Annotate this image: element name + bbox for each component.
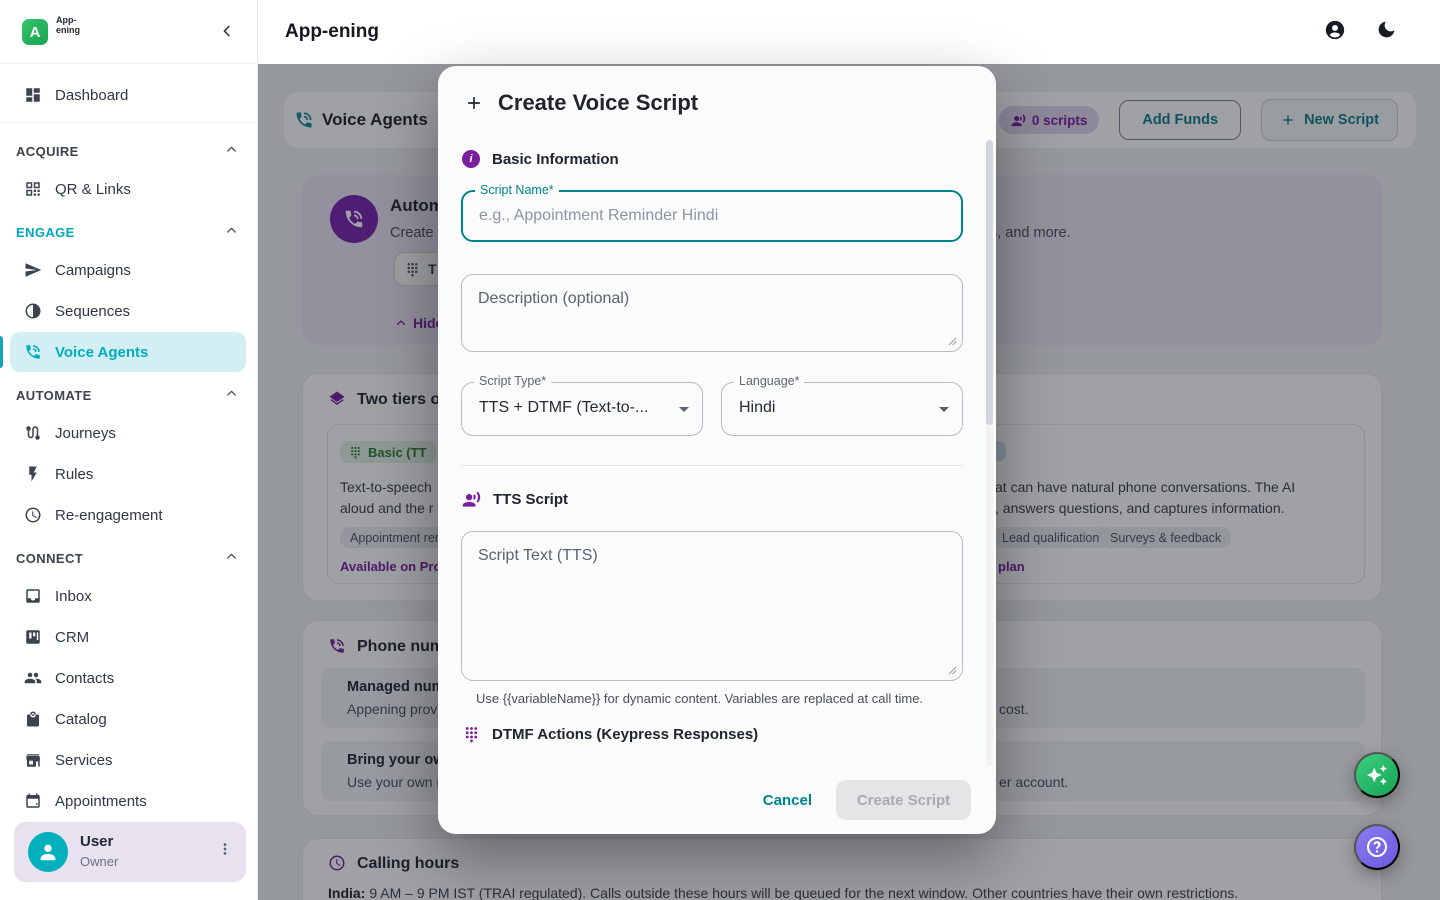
sidebar-divider [0,122,257,123]
topbar-actions [1324,19,1397,46]
user-name: User [80,833,113,850]
chevron-up-icon[interactable] [224,549,239,569]
sidebar: A App- ening Dashboard ACQUIRE QR & Link… [0,0,258,900]
person-icon [37,841,59,863]
route-icon [24,424,42,442]
shopping-bag-icon [24,710,42,728]
script-name-input[interactable] [463,192,961,240]
cancel-button[interactable]: Cancel [763,792,812,809]
sidebar-item-campaigns[interactable]: Campaigns [10,250,246,290]
chevron-down-icon [679,407,689,412]
basic-info-section-header: i Basic Information [462,150,619,168]
app-window: A App- ening Dashboard ACQUIRE QR & Link… [0,0,1440,900]
sidebar-item-inbox[interactable]: Inbox [10,576,246,616]
dashboard-icon [24,86,42,104]
script-text-input[interactable] [462,532,962,680]
section-automate: AUTOMATE [16,388,92,403]
script-name-field[interactable]: Script Name* [461,190,963,242]
app-logo-letter: A [30,24,41,41]
info-icon: i [462,150,480,168]
description-input[interactable] [462,275,962,351]
sidebar-nav: Dashboard ACQUIRE QR & Links ENGAGE Camp… [0,64,257,812]
user-card[interactable]: User Owner [14,822,246,882]
chevron-up-icon[interactable] [224,386,239,406]
kanban-icon [24,628,42,646]
dialog-title: Create Voice Script [498,90,698,116]
account-button[interactable] [1324,19,1346,46]
script-type-select[interactable]: Script Type* TTS + DTMF (Text-to-... [461,382,703,436]
topbar: App-ening [258,0,1440,64]
create-script-button[interactable]: Create Script [836,780,971,820]
sidebar-item-services[interactable]: Services [10,740,246,780]
dialog-header: Create Voice Script [464,90,698,116]
app-title: App-ening [285,21,379,43]
dialog-footer: Cancel Create Script [438,766,996,834]
sidebar-item-journeys[interactable]: Journeys [10,413,246,453]
sidebar-item-dashboard[interactable]: Dashboard [10,75,246,115]
sidebar-collapse-button[interactable] [218,22,236,45]
sidebar-logo-row: A App- ening [0,0,258,64]
chevron-down-icon [939,407,949,412]
create-voice-script-dialog: Create Voice Script i Basic Information … [438,66,996,834]
help-fab[interactable] [1354,824,1400,870]
sidebar-item-contacts[interactable]: Contacts [10,658,246,698]
send-icon [24,261,42,279]
description-field[interactable] [461,274,963,352]
dialpad-icon [463,726,480,743]
theme-toggle-button[interactable] [1376,19,1397,45]
account-circle-icon [1324,19,1346,41]
phone-in-talk-icon [24,343,42,361]
script-text-field[interactable] [461,531,963,681]
sidebar-item-sequences[interactable]: Sequences [10,291,246,331]
script-type-label: Script Type* [474,374,551,388]
app-logo-name: App- ening [56,15,80,36]
clock-icon [24,506,42,524]
sidebar-item-crm[interactable]: CRM [10,617,246,657]
resize-handle-icon[interactable] [948,337,957,346]
sidebar-item-rules[interactable]: Rules [10,454,246,494]
chevron-up-icon[interactable] [224,223,239,243]
inbox-icon [24,587,42,605]
user-role: Owner [80,854,118,869]
avatar [28,832,68,872]
bolt-icon [24,465,42,483]
sidebar-item-appointments[interactable]: Appointments [10,781,246,812]
question-circle-icon [1365,835,1389,859]
storefront-icon [24,751,42,769]
dtmf-section-header: DTMF Actions (Keypress Responses) [463,726,758,743]
calendar-icon [24,792,42,810]
language-label: Language* [734,374,804,388]
language-value: Hindi [739,399,929,417]
language-select[interactable]: Language* Hindi [721,382,963,436]
section-acquire: ACQUIRE [16,144,79,159]
user-menu-button[interactable] [216,840,234,863]
sparkles-icon [1366,764,1388,786]
tts-section-header: TTS Script [462,490,568,509]
people-icon [24,669,42,687]
plus-icon [464,93,484,113]
modal-scrollbar-thumb[interactable] [986,140,993,425]
record-voice-over-icon [462,490,481,509]
moon-icon [1376,19,1397,40]
qr-code-icon [24,180,42,198]
resize-handle-icon[interactable] [948,666,957,675]
variables-helper-text: Use {{variableName}} for dynamic content… [476,690,926,707]
dots-vertical-icon [216,840,234,858]
chevron-up-icon[interactable] [224,142,239,162]
assistant-fab[interactable] [1354,752,1400,798]
sidebar-item-voice-agents[interactable]: Voice Agents [10,332,246,372]
app-logo: A [22,19,48,45]
sidebar-item-re-engagement[interactable]: Re-engagement [10,495,246,535]
section-divider [461,465,963,466]
half-circle-icon [24,302,42,320]
script-type-value: TTS + DTMF (Text-to-... [479,399,669,417]
sidebar-item-catalog[interactable]: Catalog [10,699,246,739]
section-connect: CONNECT [16,551,83,566]
active-indicator [0,336,3,368]
sidebar-item-qr-links[interactable]: QR & Links [10,169,246,209]
section-engage: ENGAGE [16,225,75,240]
